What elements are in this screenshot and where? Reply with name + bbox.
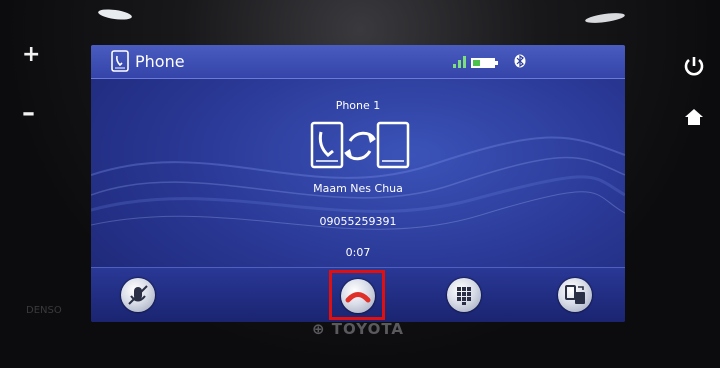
contact-name: Maam Nes Chua [313, 182, 403, 195]
page-title: Phone [135, 52, 185, 71]
power-button[interactable] [682, 54, 706, 78]
handsfree-transfer-icon [310, 121, 410, 169]
phone-app-icon [111, 50, 129, 72]
mute-button[interactable] [121, 278, 155, 312]
toyota-logo: ⊕ TOYOTA [312, 320, 405, 338]
home-icon [685, 109, 703, 125]
volume-up-button[interactable]: + [22, 42, 40, 67]
volume-down-button[interactable]: – [22, 98, 35, 128]
keypad-icon [457, 287, 471, 305]
phone-number: 09055259391 [319, 215, 397, 228]
phone-label: Phone 1 [335, 99, 381, 112]
signal-icon [453, 56, 466, 68]
battery-icon [471, 58, 498, 68]
call-duration: 0:07 [345, 246, 371, 259]
voice-mute-icon [128, 285, 148, 305]
transfer-audio-button[interactable] [558, 278, 592, 312]
power-icon [684, 57, 704, 76]
keypad-button[interactable] [447, 278, 481, 312]
call-controls-bar [91, 267, 625, 322]
brand-name: TOYOTA [331, 320, 405, 338]
maker-logo: DENSO [26, 305, 62, 316]
phone-screen: Phone Phone 1 Maam Nes Chua 09055259391 … [91, 45, 625, 322]
end-call-button[interactable] [341, 279, 375, 313]
end-call-icon [345, 292, 371, 303]
transfer-audio-icon [565, 285, 585, 304]
home-button[interactable] [682, 106, 706, 128]
bluetooth-icon [514, 54, 526, 68]
status-bar: Phone [91, 45, 625, 79]
